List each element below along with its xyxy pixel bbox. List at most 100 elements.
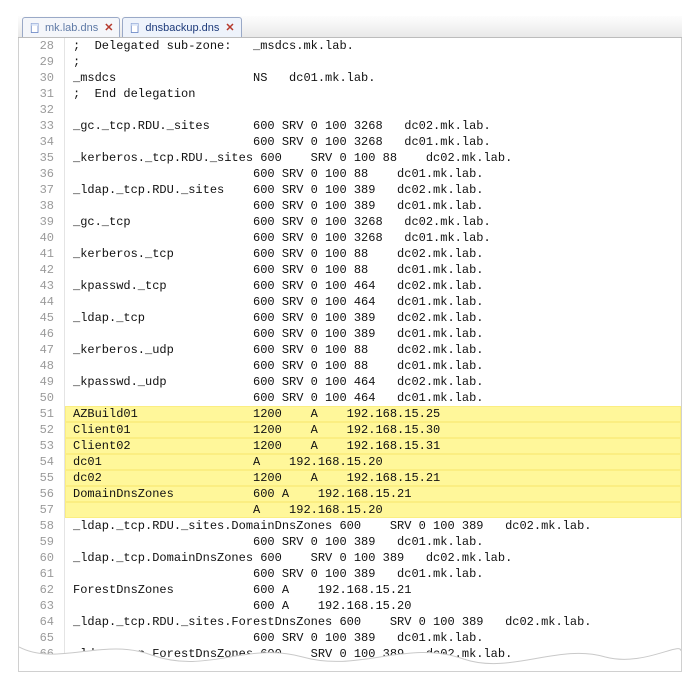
line-number: 63 [19, 598, 65, 614]
code-content: _ldap._tcp.RDU._sites 600 SRV 0 100 389 … [65, 182, 681, 198]
code-content: _kpasswd._udp 600 SRV 0 100 464 dc02.mk.… [65, 374, 681, 390]
code-content: A 192.168.15.20 [65, 502, 681, 518]
line-number: 42 [19, 262, 65, 278]
line-number: 58 [19, 518, 65, 534]
line-number: 65 [19, 630, 65, 646]
tab-active-file[interactable]: dnsbackup.dns ✕ [122, 17, 241, 37]
line-number: 31 [19, 86, 65, 102]
code-line[interactable]: 49_kpasswd._udp 600 SRV 0 100 464 dc02.m… [19, 374, 681, 390]
code-content: _kerberos._udp 600 SRV 0 100 88 dc02.mk.… [65, 342, 681, 358]
code-content: 600 A 192.168.15.20 [65, 598, 681, 614]
code-line[interactable]: 40 600 SRV 0 100 3268 dc01.mk.lab. [19, 230, 681, 246]
code-line[interactable]: 37_ldap._tcp.RDU._sites 600 SRV 0 100 38… [19, 182, 681, 198]
code-line[interactable]: 60_ldap._tcp.DomainDnsZones 600 SRV 0 10… [19, 550, 681, 566]
code-line[interactable]: 50 600 SRV 0 100 464 dc01.mk.lab. [19, 390, 681, 406]
code-content: _kerberos._tcp 600 SRV 0 100 88 dc02.mk.… [65, 246, 681, 262]
line-number: 49 [19, 374, 65, 390]
code-line[interactable]: 67 600 SRV 0 100 389 dc01.mk.lab. [19, 662, 681, 672]
code-content: _kerberos._tcp.RDU._sites 600 SRV 0 100 … [65, 150, 681, 166]
line-number: 46 [19, 326, 65, 342]
file-icon [29, 22, 41, 34]
code-line[interactable]: 46 600 SRV 0 100 389 dc01.mk.lab. [19, 326, 681, 342]
code-line[interactable]: 38 600 SRV 0 100 389 dc01.mk.lab. [19, 198, 681, 214]
line-number: 39 [19, 214, 65, 230]
code-line[interactable]: 52Client01 1200 A 192.168.15.30 [19, 422, 681, 438]
code-line[interactable]: 57 A 192.168.15.20 [19, 502, 681, 518]
line-number: 37 [19, 182, 65, 198]
line-number: 64 [19, 614, 65, 630]
code-line[interactable]: 64_ldap._tcp.RDU._sites.ForestDnsZones 6… [19, 614, 681, 630]
line-number: 50 [19, 390, 65, 406]
code-content: dc01 A 192.168.15.20 [65, 454, 681, 470]
code-line[interactable]: 51AZBuild01 1200 A 192.168.15.25 [19, 406, 681, 422]
code-content: 600 SRV 0 100 389 dc01.mk.lab. [65, 566, 681, 582]
code-content: dc02 1200 A 192.168.15.21 [65, 470, 681, 486]
code-line[interactable]: 30_msdcs NS dc01.mk.lab. [19, 70, 681, 86]
code-line[interactable]: 44 600 SRV 0 100 464 dc01.mk.lab. [19, 294, 681, 310]
line-number: 53 [19, 438, 65, 454]
code-line[interactable]: 54dc01 A 192.168.15.20 [19, 454, 681, 470]
code-line[interactable]: 41_kerberos._tcp 600 SRV 0 100 88 dc02.m… [19, 246, 681, 262]
code-line[interactable]: 55dc02 1200 A 192.168.15.21 [19, 470, 681, 486]
line-number: 51 [19, 406, 65, 422]
code-line[interactable]: 65 600 SRV 0 100 389 dc01.mk.lab. [19, 630, 681, 646]
code-line[interactable]: 59 600 SRV 0 100 389 dc01.mk.lab. [19, 534, 681, 550]
line-number: 33 [19, 118, 65, 134]
tab-label: dnsbackup.dns [145, 22, 219, 34]
code-line[interactable]: 29; [19, 54, 681, 70]
code-line[interactable]: 28; Delegated sub-zone: _msdcs.mk.lab. [19, 38, 681, 54]
code-content: _msdcs NS dc01.mk.lab. [65, 70, 681, 86]
code-line[interactable]: 45_ldap._tcp 600 SRV 0 100 389 dc02.mk.l… [19, 310, 681, 326]
code-lines: 28; Delegated sub-zone: _msdcs.mk.lab.29… [19, 38, 681, 672]
code-content: 600 SRV 0 100 3268 dc01.mk.lab. [65, 134, 681, 150]
text-editor-area[interactable]: 28; Delegated sub-zone: _msdcs.mk.lab.29… [18, 38, 682, 672]
line-number: 60 [19, 550, 65, 566]
close-icon[interactable]: ✕ [225, 21, 234, 34]
code-content: 600 SRV 0 100 389 dc01.mk.lab. [65, 534, 681, 550]
close-icon[interactable]: ✕ [104, 21, 113, 34]
line-number: 38 [19, 198, 65, 214]
line-number: 43 [19, 278, 65, 294]
code-line[interactable]: 58_ldap._tcp.RDU._sites.DomainDnsZones 6… [19, 518, 681, 534]
code-line[interactable]: 63 600 A 192.168.15.20 [19, 598, 681, 614]
code-line[interactable]: 39_gc._tcp 600 SRV 0 100 3268 dc02.mk.la… [19, 214, 681, 230]
code-line[interactable]: 36 600 SRV 0 100 88 dc01.mk.lab. [19, 166, 681, 182]
tab-inactive-file[interactable]: mk.lab.dns ✕ [22, 17, 120, 37]
code-line[interactable]: 42 600 SRV 0 100 88 dc01.mk.lab. [19, 262, 681, 278]
code-content: 600 SRV 0 100 389 dc01.mk.lab. [65, 326, 681, 342]
code-content: 600 SRV 0 100 3268 dc01.mk.lab. [65, 230, 681, 246]
code-line[interactable]: 56DomainDnsZones 600 A 192.168.15.21 [19, 486, 681, 502]
code-content: 600 SRV 0 100 389 dc01.mk.lab. [65, 662, 681, 672]
line-number: 62 [19, 582, 65, 598]
code-line[interactable]: 62ForestDnsZones 600 A 192.168.15.21 [19, 582, 681, 598]
code-content: _ldap._tcp.DomainDnsZones 600 SRV 0 100 … [65, 550, 681, 566]
code-content: 600 SRV 0 100 88 dc01.mk.lab. [65, 166, 681, 182]
code-content: 600 SRV 0 100 88 dc01.mk.lab. [65, 358, 681, 374]
code-content: _gc._tcp 600 SRV 0 100 3268 dc02.mk.lab. [65, 214, 681, 230]
code-line[interactable]: 32 [19, 102, 681, 118]
code-line[interactable]: 48 600 SRV 0 100 88 dc01.mk.lab. [19, 358, 681, 374]
code-line[interactable]: 43_kpasswd._tcp 600 SRV 0 100 464 dc02.m… [19, 278, 681, 294]
file-icon [129, 22, 141, 34]
code-content: AZBuild01 1200 A 192.168.15.25 [65, 406, 681, 422]
line-number: 54 [19, 454, 65, 470]
code-content: ForestDnsZones 600 A 192.168.15.21 [65, 582, 681, 598]
code-line[interactable]: 31; End delegation [19, 86, 681, 102]
code-content: _ldap._tcp.ForestDnsZones 600 SRV 0 100 … [65, 646, 681, 662]
line-number: 41 [19, 246, 65, 262]
code-line[interactable]: 66_ldap._tcp.ForestDnsZones 600 SRV 0 10… [19, 646, 681, 662]
tab-label: mk.lab.dns [45, 22, 98, 34]
line-number: 30 [19, 70, 65, 86]
code-line[interactable]: 33_gc._tcp.RDU._sites 600 SRV 0 100 3268… [19, 118, 681, 134]
code-line[interactable]: 34 600 SRV 0 100 3268 dc01.mk.lab. [19, 134, 681, 150]
line-number: 67 [19, 662, 65, 672]
code-content: _gc._tcp.RDU._sites 600 SRV 0 100 3268 d… [65, 118, 681, 134]
code-line[interactable]: 53Client02 1200 A 192.168.15.31 [19, 438, 681, 454]
code-line[interactable]: 35_kerberos._tcp.RDU._sites 600 SRV 0 10… [19, 150, 681, 166]
line-number: 32 [19, 102, 65, 118]
code-line[interactable]: 61 600 SRV 0 100 389 dc01.mk.lab. [19, 566, 681, 582]
code-content: 600 SRV 0 100 389 dc01.mk.lab. [65, 630, 681, 646]
line-number: 36 [19, 166, 65, 182]
code-content: DomainDnsZones 600 A 192.168.15.21 [65, 486, 681, 502]
code-line[interactable]: 47_kerberos._udp 600 SRV 0 100 88 dc02.m… [19, 342, 681, 358]
